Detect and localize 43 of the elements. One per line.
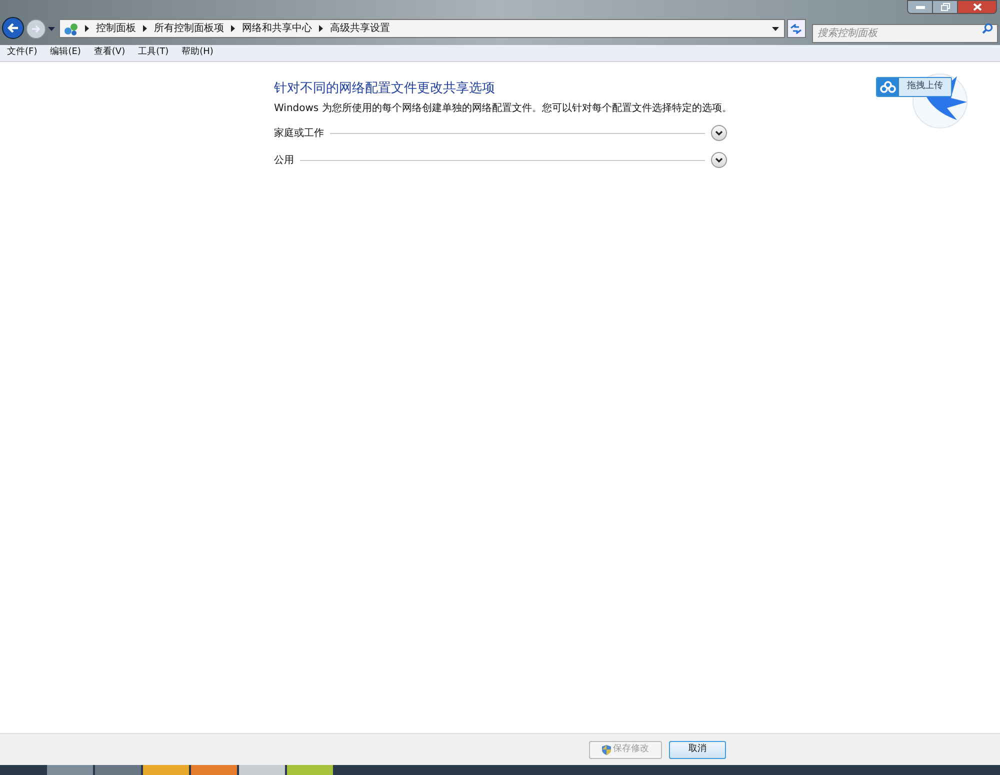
refresh-icon: [790, 24, 802, 34]
refresh-button[interactable]: [786, 19, 806, 38]
back-button[interactable]: [2, 17, 24, 39]
expand-button[interactable]: [711, 152, 727, 168]
breadcrumb-arrow-icon[interactable]: [230, 25, 235, 32]
restore-icon: [940, 3, 950, 11]
back-arrow-icon: [6, 23, 19, 33]
drag-upload-button[interactable]: 拖拽上传: [876, 77, 952, 97]
forward-button[interactable]: [26, 19, 46, 39]
breadcrumb-item[interactable]: 高级共享设置: [330, 21, 390, 36]
page-title: 针对不同的网络配置文件更改共享选项: [274, 80, 496, 98]
breadcrumb-item[interactable]: 网络和共享中心: [242, 21, 312, 36]
section-header[interactable]: 家庭或工作: [274, 126, 324, 140]
breadcrumb-arrow-icon[interactable]: [142, 25, 147, 32]
breadcrumb-arrow-icon[interactable]: [318, 25, 323, 32]
search-field[interactable]: 搜索控制面板: [812, 24, 998, 43]
menu-item[interactable]: 查看(V): [88, 46, 130, 60]
minimize-button[interactable]: [907, 0, 933, 14]
network-icon: [64, 22, 78, 36]
minimize-icon: [916, 6, 924, 8]
address-bar[interactable]: 控制面板 所有控制面板项 网络和共享中心 高级共享设置: [58, 19, 785, 38]
cancel-button[interactable]: 取消: [669, 740, 726, 758]
chevron-down-icon: [715, 130, 723, 136]
shield-icon: [602, 744, 611, 754]
breadcrumb-item[interactable]: 所有控制面板项: [154, 21, 224, 36]
menu-item[interactable]: 文件(F): [2, 46, 42, 60]
menu-item[interactable]: 编辑(E): [45, 46, 86, 60]
breadcrumb-item[interactable]: 控制面板: [96, 21, 136, 36]
breadcrumb-arrow-icon[interactable]: [84, 25, 89, 32]
page-description: Windows 为您所使用的每个网络创建单独的网络配置文件。您可以针对每个配置文件选择特定的选项。: [274, 102, 727, 116]
restore-button[interactable]: [933, 0, 957, 14]
dropdown-caret-icon[interactable]: [48, 27, 55, 31]
expand-button[interactable]: [711, 125, 727, 141]
menu-item[interactable]: 工具(T): [133, 46, 174, 60]
section-header[interactable]: 公用: [274, 152, 294, 168]
close-icon: [972, 3, 982, 11]
chevron-down-icon: [715, 158, 723, 162]
cloud-icon: [880, 81, 896, 93]
history-caret-icon[interactable]: [772, 26, 779, 30]
close-button[interactable]: [957, 0, 997, 14]
forward-arrow-icon: [30, 25, 41, 33]
search-icon: [982, 23, 993, 34]
menu-item[interactable]: 帮助(H): [176, 46, 218, 60]
